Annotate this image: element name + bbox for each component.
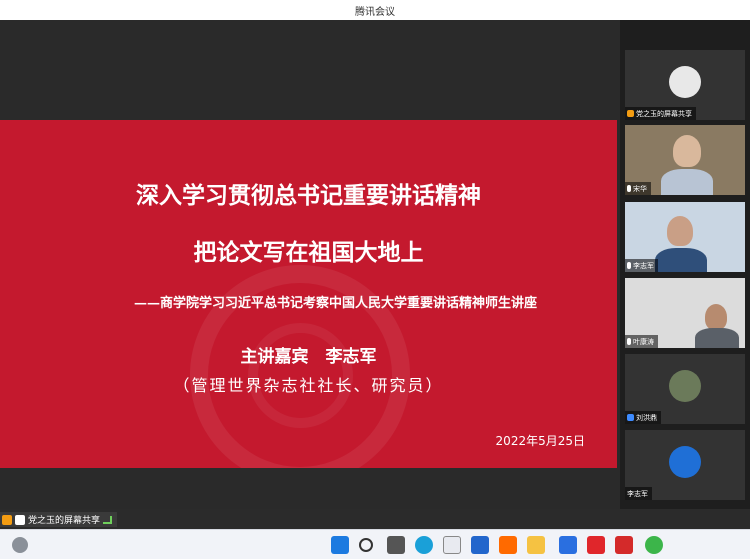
participant-tile[interactable]: 叶康涛 xyxy=(625,278,745,348)
participant-tile[interactable]: 党之玉的屏幕共享 xyxy=(625,50,745,120)
signal-icon xyxy=(103,515,113,524)
window-title: 腾讯会议 xyxy=(355,7,395,18)
xiaomi-icon[interactable] xyxy=(499,536,517,554)
wps-icon[interactable] xyxy=(615,536,633,554)
title-bar: 腾讯会议 xyxy=(0,0,750,20)
slide-title-line1: 深入学习贯彻总书记重要讲话精神 xyxy=(136,182,481,209)
slide-subtitle: ——商学院学习习近平总书记考察中国人民大学重要讲话精神师生讲座 xyxy=(133,296,537,311)
user-icon xyxy=(2,514,12,525)
windows-taskbar xyxy=(0,529,750,559)
participant-name: 宋华 xyxy=(633,184,647,193)
participant-tile[interactable]: 李志军 xyxy=(625,430,745,500)
file-explorer-icon[interactable] xyxy=(527,536,545,554)
participant-name: 李志军 xyxy=(627,489,648,498)
app-red-icon[interactable] xyxy=(587,536,605,554)
slide-speaker-role: （管理世界杂志社社长、研究员） xyxy=(173,376,444,395)
microphone-icon xyxy=(627,338,631,345)
screen-share-label-text: 党之玉的屏幕共享 xyxy=(28,516,101,526)
participant-name: 刘洪鼎 xyxy=(636,413,657,422)
participant-name: 党之玉的屏幕共享 xyxy=(636,109,692,118)
user-icon xyxy=(627,414,634,421)
task-view-icon[interactable] xyxy=(387,536,405,554)
windows-start-icon[interactable] xyxy=(331,536,349,554)
participant-name: 叶康涛 xyxy=(633,337,654,346)
avatar xyxy=(669,66,701,98)
presentation-slide: 深入学习贯彻总书记重要讲话精神 把论文写在祖国大地上 ——商学院学习习近平总书记… xyxy=(0,120,617,468)
microphone-icon xyxy=(627,185,631,192)
slide-speaker: 主讲嘉宾 李志军 xyxy=(240,347,377,367)
shared-screen-area: 深入学习贯彻总书记重要讲话精神 把论文写在祖国大地上 ——商学院学习习近平总书记… xyxy=(0,20,620,509)
search-icon[interactable] xyxy=(359,538,373,552)
store-icon[interactable] xyxy=(443,536,461,554)
screen-share-icon xyxy=(15,514,25,525)
mail-icon[interactable] xyxy=(471,536,489,554)
avatar xyxy=(669,370,701,402)
weather-icon[interactable] xyxy=(12,537,28,553)
edge-icon[interactable] xyxy=(415,536,433,554)
wechat-icon[interactable] xyxy=(645,536,663,554)
screen-share-label: 党之玉的屏幕共享 xyxy=(0,512,118,527)
participant-name: 李志军 xyxy=(633,261,654,270)
microphone-icon xyxy=(627,262,631,269)
participant-video-list[interactable]: 党之玉的屏幕共享 宋华 李志军 叶康涛 刘洪鼎 李志军 xyxy=(620,20,750,509)
tencent-meeting-icon[interactable] xyxy=(559,536,577,554)
participant-tile[interactable]: 宋华 xyxy=(625,125,745,195)
participant-tile[interactable]: 刘洪鼎 xyxy=(625,354,745,424)
participant-tile[interactable]: 李志军 xyxy=(625,202,745,272)
slide-title-line2: 把论文写在祖国大地上 xyxy=(193,239,424,266)
tencent-meeting-logo-icon xyxy=(669,446,701,478)
slide-date: 2022年5月25日 xyxy=(495,434,585,448)
user-icon xyxy=(627,110,634,117)
